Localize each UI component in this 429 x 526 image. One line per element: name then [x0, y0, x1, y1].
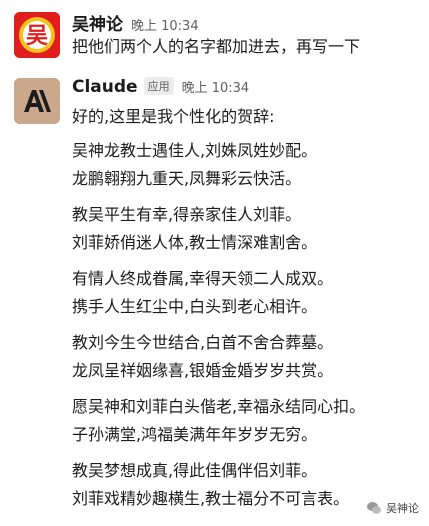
poem-line: 刘菲戏精妙趣横生,教士福分不可言表。: [72, 489, 350, 508]
poem-line: 教吴平生有幸,得亲家佳人刘菲。: [72, 205, 302, 224]
watermark: 吴神论: [362, 496, 423, 520]
poem-line: 龙凤呈祥姻缘喜,银婚金婚岁岁共赏。: [72, 361, 334, 380]
poem-line: 吴神龙教士遇佳人,刘姝凤姓妙配。: [72, 141, 318, 160]
sender-name[interactable]: 吴神论: [72, 10, 123, 35]
poem-line: 教吴梦想成真,得此佳偶伴侣刘菲。: [72, 461, 318, 480]
poem-line: 龙鹏翱翔九重天,凤舞彩云快活。: [72, 169, 302, 188]
poem-line: 携手人生红尘中,白头到老心相许。: [72, 297, 318, 316]
user-avatar[interactable]: 吴: [14, 12, 60, 58]
claude-message-header: Claude 应用 晚上 10:34: [72, 77, 249, 99]
poem-line: 刘菲娇俏迷人体,教士情深难割舍。: [72, 233, 318, 252]
poem-line: 愿吴神和刘菲白头偕老,幸福永结同心扣。: [72, 397, 366, 416]
user-logo-icon: 吴: [14, 12, 60, 58]
user-message-text: 把他们两个人的名字都加进去，再写一下: [72, 37, 361, 56]
sender-name[interactable]: Claude: [72, 77, 138, 97]
watermark-text: 吴神论: [386, 502, 419, 515]
user-avatar-text: 吴: [26, 24, 48, 49]
timestamp[interactable]: 晚上 10:34: [182, 77, 250, 96]
app-badge: 应用: [143, 77, 174, 95]
poem-line: 子孙满堂,鸿福美满年年岁岁无穷。: [72, 425, 318, 444]
anthropic-logo-icon: [14, 78, 60, 124]
claude-intro-text: 好的,这里是我个性化的贺辞:: [72, 107, 275, 126]
timestamp[interactable]: 晚上 10:34: [131, 15, 199, 34]
wechat-icon: [367, 502, 381, 514]
poem-line: 有情人终成眷属,幸得天领二人成双。: [72, 269, 334, 288]
claude-avatar[interactable]: [14, 78, 60, 124]
user-message-header: 吴神论 晚上 10:34: [72, 10, 199, 35]
poem-line: 教刘今生今世结合,白首不舍合葬墓。: [72, 333, 334, 352]
